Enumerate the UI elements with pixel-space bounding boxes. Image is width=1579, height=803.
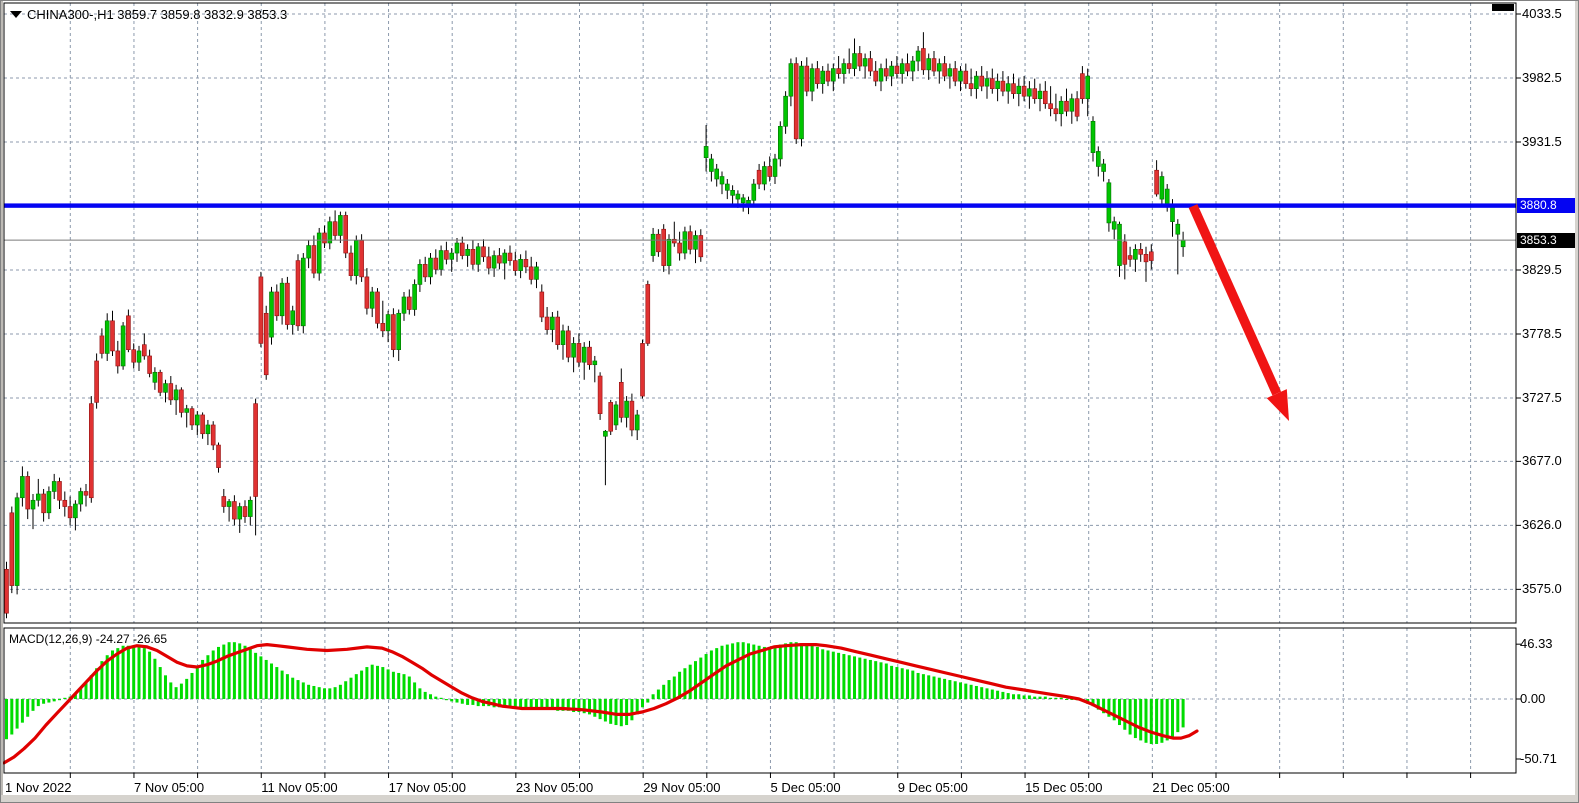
- time-axis-label: 23 Nov 05:00: [516, 780, 593, 795]
- price-axis-label: 3931.5: [1522, 134, 1562, 149]
- time-axis-label: 21 Dec 05:00: [1152, 780, 1229, 795]
- price-axis-label: 3727.5: [1522, 390, 1562, 405]
- time-axis-label: 1 Nov 2022: [5, 780, 72, 795]
- price-axis-label: 3677.0: [1522, 453, 1562, 468]
- candlestick-chart[interactable]: [1, 1, 1579, 803]
- time-axis-label: 5 Dec 05:00: [771, 780, 841, 795]
- current-price-tag: 3853.3: [1517, 233, 1579, 248]
- macd-axis-label: 46.33: [1520, 636, 1553, 651]
- price-axis-label: 3829.5: [1522, 262, 1562, 277]
- window-edge-bottom: [1, 795, 1578, 802]
- macd-axis-label: -50.71: [1520, 751, 1557, 766]
- chart-shift-marker[interactable]: [1492, 4, 1514, 11]
- candles: [5, 32, 1186, 618]
- mt4-chart-window: CHINA300-,H1 3859.7 3859.8 3832.9 3853.3…: [0, 0, 1579, 803]
- hline-price-tag: 3880.8: [1517, 198, 1579, 213]
- price-axis-label: 3626.0: [1522, 517, 1562, 532]
- price-axis-label: 3778.5: [1522, 326, 1562, 341]
- window-edge-left: [1, 1, 3, 802]
- price-axis-label: 3575.0: [1522, 581, 1562, 596]
- window-edge-right: [1575, 1, 1578, 802]
- macd-axis-label: 0.00: [1520, 691, 1545, 706]
- price-axis-label: 4033.5: [1522, 6, 1562, 21]
- macd-indicator-label: MACD(12,26,9) -24.27 -26.65: [9, 632, 167, 646]
- price-axis-label: 3982.5: [1522, 70, 1562, 85]
- time-axis-label: 11 Nov 05:00: [261, 780, 337, 795]
- time-axis-label: 9 Dec 05:00: [898, 780, 968, 795]
- trend-arrow[interactable]: [1193, 206, 1289, 421]
- time-axis-label: 29 Nov 05:00: [643, 780, 720, 795]
- time-axis-label: 17 Nov 05:00: [389, 780, 466, 795]
- macd-histogram: [5, 642, 1185, 744]
- time-axis-label: 7 Nov 05:00: [134, 780, 204, 795]
- time-axis-label: 15 Dec 05:00: [1025, 780, 1102, 795]
- chart-title: CHINA300-,H1 3859.7 3859.8 3832.9 3853.3: [27, 7, 287, 22]
- horizontal-line-3880[interactable]: [4, 203, 1516, 207]
- symbol-dropdown-icon[interactable]: [10, 11, 22, 18]
